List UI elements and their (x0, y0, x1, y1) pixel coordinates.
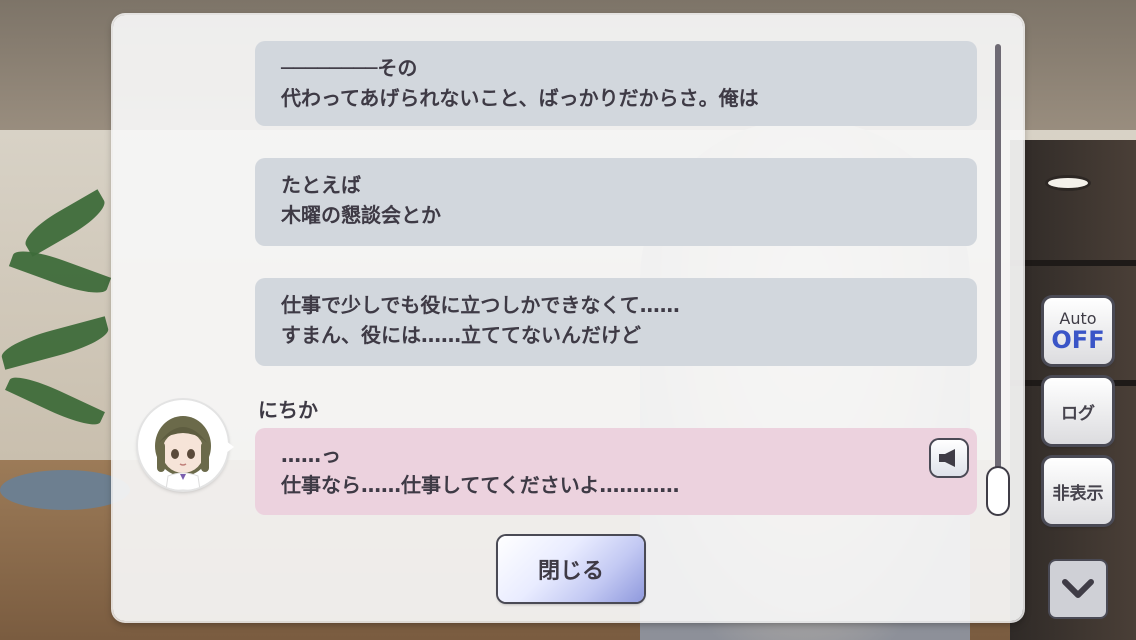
log-line: 木曜の懇談会とか (281, 203, 441, 227)
scrollbar-track[interactable] (995, 44, 1001, 514)
log-line: たとえば (281, 173, 361, 197)
log-line: 仕事で少しでも役に立つしかできなくて…… (281, 293, 680, 317)
scrollbar-thumb[interactable] (988, 468, 1008, 514)
speaker-name: にちか (258, 398, 318, 422)
chevron-down-icon (1062, 579, 1094, 598)
voice-replay-button[interactable] (931, 440, 967, 476)
log-label: ログ (1061, 403, 1095, 424)
log-line: 仕事なら……仕事しててくださいよ………… (281, 473, 680, 497)
hide-label: 非表示 (1052, 483, 1104, 504)
close-label: 閉じる (537, 559, 604, 584)
character-avatar (138, 400, 228, 490)
log-button[interactable]: ログ (1044, 378, 1112, 444)
avatar-pointer (222, 438, 234, 456)
log-line: ────────その (281, 56, 418, 80)
log-entry: ────────その 代わってあげられないこと、ばっかりだからさ。俺は (255, 41, 977, 126)
auto-toggle-button[interactable]: Auto OFF (1044, 298, 1112, 364)
log-entry-highlighted: ……っ 仕事なら……仕事しててくださいよ………… (255, 428, 977, 515)
shelf-board (1010, 260, 1136, 266)
close-button[interactable]: 閉じる (498, 536, 644, 602)
nichika-portrait-icon (155, 416, 211, 490)
hide-button[interactable]: 非表示 (1044, 458, 1112, 524)
log-entry: たとえば 木曜の懇談会とか (255, 158, 977, 246)
log-entry: 仕事で少しでも役に立つしかできなくて…… すまん、役には……立ててないんだけど (255, 278, 977, 366)
auto-state: OFF (1051, 326, 1105, 354)
log-line: すまん、役には……立ててないんだけど (281, 323, 641, 347)
advance-button[interactable] (1050, 561, 1106, 617)
log-line: ……っ (281, 443, 341, 467)
log-line: 代わってあげられないこと、ばっかりだからさ。俺は (281, 86, 759, 110)
plant-pot (0, 470, 130, 510)
speaker-icon (939, 449, 955, 467)
ceiling-light (1048, 178, 1088, 188)
